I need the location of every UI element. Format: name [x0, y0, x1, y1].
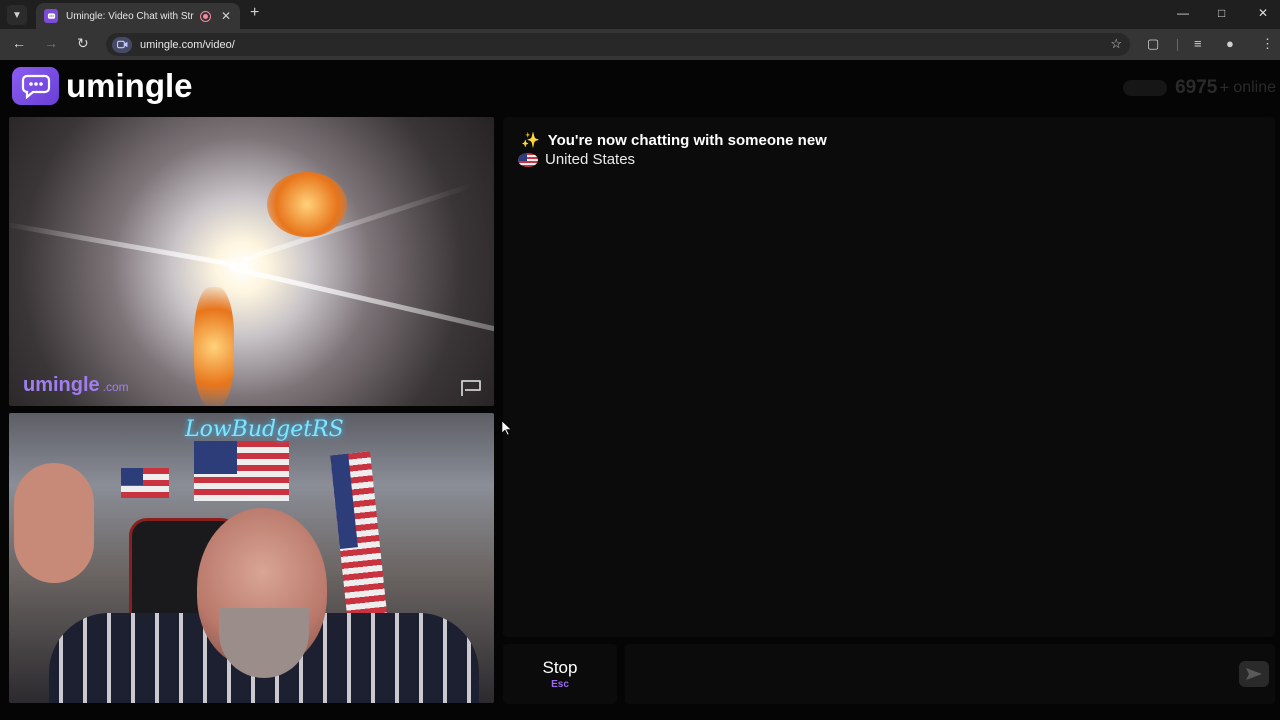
forward-icon[interactable]: →: [44, 35, 58, 51]
recording-icon: [200, 10, 211, 22]
site-info-icon[interactable]: [112, 36, 132, 53]
menu-icon[interactable]: ⋮: [1261, 36, 1274, 52]
flame: [194, 287, 234, 406]
chat-status-text: You're now chatting with someone new: [547, 131, 827, 149]
browser-tab[interactable]: Umingle: Video Chat with Strangers ✕: [36, 3, 240, 29]
close-icon[interactable]: ✕: [221, 9, 231, 23]
new-tab-icon[interactable]: +: [250, 4, 259, 22]
page: umingle 6975 + online umingle .com LowBud…: [0, 60, 1280, 720]
reload-icon[interactable]: ↻: [77, 35, 89, 52]
video-watermark: umingle .com: [23, 374, 129, 397]
minimize-icon[interactable]: —: [1177, 6, 1189, 20]
send-button[interactable]: [1239, 661, 1269, 687]
chat-country: United States: [518, 151, 635, 168]
us-flag-icon: [518, 152, 538, 167]
flame: [267, 172, 347, 237]
watermark-text: umingle: [23, 374, 100, 396]
message-input[interactable]: [625, 644, 1275, 704]
chat-panel: ✨ You're now chatting with someone new U…: [503, 117, 1275, 637]
chat-bubble-icon: [12, 67, 59, 105]
person-hand: [14, 463, 94, 583]
maximize-icon[interactable]: □: [1218, 6, 1225, 20]
address-bar: ← → ↻ umingle.com/video/ ☆ ▢ ≡ ● ⋮: [0, 29, 1280, 60]
logo-text: umingle: [66, 67, 193, 104]
media-icon[interactable]: ≡: [1194, 36, 1202, 51]
online-indicator: 6975 + online: [1123, 77, 1276, 99]
profile-icon[interactable]: ●: [1226, 36, 1234, 51]
online-toggle: [1123, 80, 1168, 96]
pole-flag: [330, 451, 388, 625]
country-text: United States: [545, 151, 636, 168]
stop-shortcut: Esc: [551, 679, 569, 690]
tab-list-icon[interactable]: ▼: [7, 5, 27, 25]
stop-button[interactable]: Stop Esc: [503, 644, 617, 704]
stop-label: Stop: [542, 658, 578, 677]
extensions-icon[interactable]: ▢: [1147, 36, 1159, 52]
local-video: LowBudgetRS: [9, 413, 494, 703]
online-count: 6975: [1175, 77, 1218, 98]
wall-flag: [194, 441, 289, 501]
online-plus: +: [1219, 78, 1230, 97]
sparkle-icon: ✨: [521, 132, 540, 149]
favicon: [44, 9, 58, 23]
star-icon[interactable]: ☆: [1110, 36, 1122, 52]
light-flare: [9, 221, 240, 268]
site-logo[interactable]: umingle: [12, 67, 193, 105]
remote-video: umingle .com: [9, 117, 494, 406]
online-label: online: [1233, 79, 1276, 96]
light-flare: [228, 265, 494, 365]
toolbar-divider: [1177, 39, 1178, 51]
neon-sign: LowBudgetRS: [185, 417, 344, 442]
browser-tab-bar: ▼ Umingle: Video Chat with Strangers ✕ +…: [0, 0, 1280, 29]
tab-title: Umingle: Video Chat with Strangers: [66, 10, 194, 22]
wall-flag: [121, 468, 169, 498]
chat-status: ✨ You're now chatting with someone new: [521, 131, 827, 150]
window-close-icon[interactable]: ✕: [1258, 6, 1268, 20]
url-text: umingle.com/video/: [140, 38, 235, 51]
report-flag-icon[interactable]: [460, 379, 482, 397]
url-field[interactable]: umingle.com/video/ ☆: [106, 33, 1130, 56]
watermark-suffix: .com: [102, 380, 129, 394]
send-icon: [1246, 668, 1262, 680]
back-icon[interactable]: ←: [12, 35, 26, 51]
mouse-cursor-icon: [502, 421, 512, 435]
